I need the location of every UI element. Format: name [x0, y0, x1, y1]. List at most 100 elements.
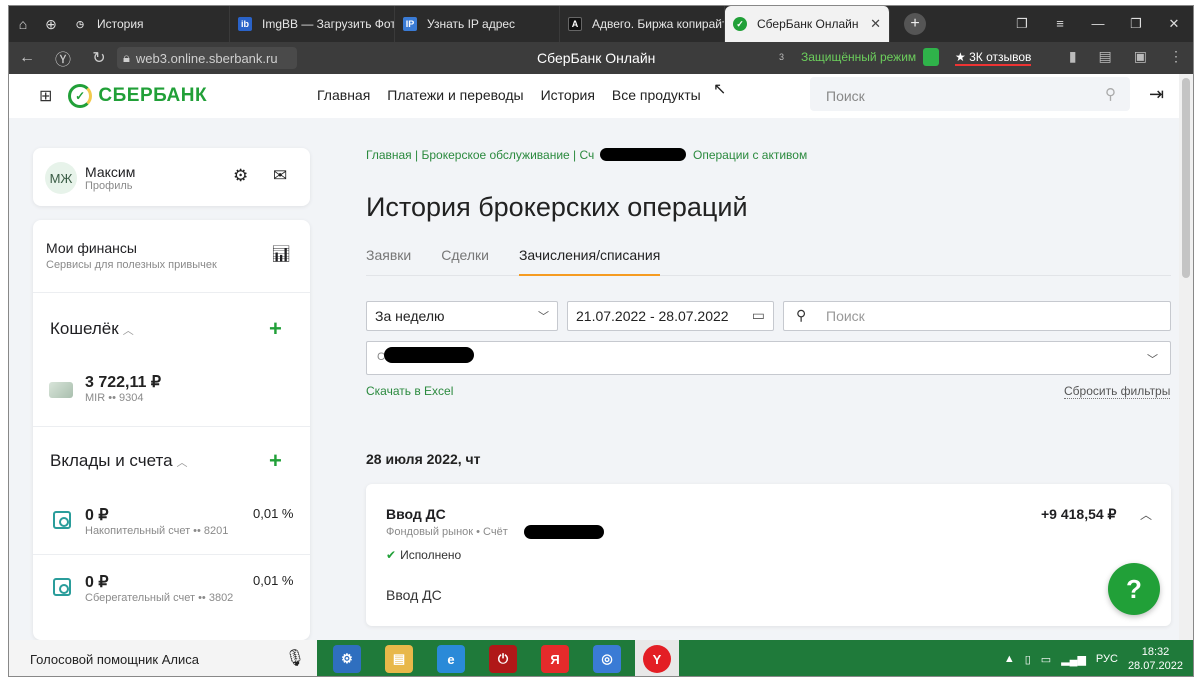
window-controls: ❐ ≡ — ❐ ✕ [1003, 16, 1193, 32]
battery-icon[interactable]: ▯ [1025, 653, 1031, 666]
advego-icon: A [568, 17, 582, 31]
deposit-amount[interactable]: 0 ₽ [85, 572, 109, 592]
browser-window: ⌂ ⊕ ◷ История ib ImgBB — Загрузить Фото … [8, 5, 1194, 677]
bookmark-icon[interactable]: ▮ [1069, 48, 1077, 65]
reviews-link[interactable]: ★ 3К отзывов [955, 50, 1032, 66]
operations-tabs: Заявки Сделки Зачисления/списания [366, 242, 1171, 276]
system-tray: ▲ ▯ ▭ ▂▄▆ РУС 18:32 28.07.2022 [1004, 645, 1183, 673]
mouse-cursor-icon: ↖ [713, 81, 727, 98]
deposits-title[interactable]: Вклады и счета ︿ [50, 451, 188, 471]
clock[interactable]: 18:32 28.07.2022 [1128, 645, 1183, 673]
tab-orders[interactable]: Заявки [366, 242, 411, 276]
finances-panel: Мои финансы Сервисы для полезных привыче… [33, 220, 310, 640]
secure-mode-label[interactable]: Защищённый режим [801, 50, 916, 64]
divider [33, 292, 310, 293]
finances-title[interactable]: Мои финансы [46, 240, 137, 256]
tab-ip[interactable]: IP Узнать IP адрес [395, 6, 560, 42]
yandex-browser-icon: Y [643, 645, 671, 673]
taskbar-app-power[interactable]: ⏻ [481, 640, 525, 676]
apps-grid-icon[interactable]: ⊞ [39, 86, 52, 106]
alice-search[interactable]: Голосовой помощник Алиса 🎙︎ [9, 640, 317, 676]
address-bar: ← Ⓨ ↻ 🔒︎ web3.online.sberbank.ru СберБан… [9, 42, 1193, 74]
microphone-icon[interactable]: 🎙︎ [285, 648, 305, 668]
tab-count-badge: 3 [779, 52, 785, 62]
divider [33, 554, 310, 555]
taskbar-app-browser[interactable]: Y [635, 640, 679, 676]
main-nav: Главная Платежи и переводы История Все п… [317, 87, 701, 103]
add-wallet-button[interactable]: + [269, 316, 282, 342]
tab-transfers[interactable]: Зачисления/списания [518, 242, 661, 276]
screenshot-icon[interactable]: ▣ [1134, 48, 1147, 65]
sber-icon: ✓ [733, 17, 747, 31]
scrollbar-thumb[interactable] [1182, 78, 1190, 278]
minimize-button[interactable]: — [1079, 16, 1117, 32]
operation-card[interactable]: Ввод ДС Фондовый рынок • Счёт ✔ Исполнено… [366, 484, 1171, 626]
menu-icon[interactable]: ≡ [1041, 16, 1079, 32]
wallet-amount[interactable]: 3 722,11 ₽ [85, 372, 161, 392]
tab-imgbb[interactable]: ib ImgBB — Загрузить Фото [230, 6, 395, 42]
home-icon[interactable]: ⌂ [9, 10, 37, 38]
power-icon: ⏻ [489, 645, 517, 673]
deposit-amount[interactable]: 0 ₽ [85, 505, 109, 525]
crumb-account[interactable]: Сч [580, 148, 595, 162]
taskbar-app-network[interactable]: ◎ [585, 640, 629, 676]
url-field[interactable]: 🔒︎ web3.online.sberbank.ru [117, 47, 297, 69]
operation-sub: Фондовый рынок • Счёт [386, 526, 508, 538]
display-icon[interactable]: ▭ [1041, 653, 1051, 666]
chevron-up-icon[interactable]: ︿ [1140, 506, 1152, 523]
tab-advego[interactable]: A Адвего. Биржа копирайт [560, 6, 725, 42]
new-tab-button[interactable]: + [904, 13, 926, 35]
language-indicator[interactable]: РУС [1096, 653, 1118, 665]
sberbank-logo[interactable]: ✓ СБЕРБАНК [68, 84, 207, 108]
wallet-title[interactable]: Кошелёк ︿ [50, 319, 134, 339]
help-button[interactable]: ? [1108, 563, 1160, 615]
chevron-up-icon[interactable]: ▲ [1004, 653, 1015, 665]
deposit-rate: 0,01 % [253, 506, 294, 521]
tab-history[interactable]: ◷ История [65, 6, 230, 42]
finances-sub: Сервисы для полезных привычек [46, 259, 217, 271]
profile-card[interactable]: МЖ Максим Профиль ⚙ ✉ [33, 148, 310, 206]
taskbar-app-explorer[interactable]: ▤ [377, 640, 421, 676]
operation-status: ✔ Исполнено [386, 548, 462, 562]
search-icon: ⚲ [796, 307, 807, 323]
reset-filters-link[interactable]: Сбросить фильтры [1064, 384, 1171, 399]
crumb-brokerage[interactable]: Брокерское обслуживание [421, 148, 569, 162]
tabs-icon[interactable]: ❐ [1003, 16, 1041, 32]
deposit-name: Сберегательный счет •• 3802 [85, 592, 234, 604]
nav-history[interactable]: История [541, 87, 595, 103]
logout-icon[interactable]: ⇥ [1149, 84, 1164, 105]
crumb-home[interactable]: Главная [366, 148, 412, 162]
nav-payments[interactable]: Платежи и переводы [387, 87, 523, 103]
operations-search-input[interactable]: ⚲ Поиск [783, 301, 1171, 331]
add-deposit-button[interactable]: + [269, 448, 282, 474]
tab-deals[interactable]: Сделки [441, 242, 489, 276]
site-search-input[interactable]: Поиск ⚲ [810, 77, 1130, 111]
tab-sberbank[interactable]: ✓ СберБанк Онлайн ✕ [725, 6, 890, 42]
page-title: СберБанк Онлайн [537, 50, 656, 66]
redaction-mark [384, 347, 474, 363]
taskbar-app-yandex[interactable]: Я [533, 640, 577, 676]
download-excel-link[interactable]: Скачать в Excel [366, 384, 453, 398]
new-tab-group-icon[interactable]: ⊕ [37, 10, 65, 38]
reload-icon[interactable]: ↻ [81, 48, 117, 68]
period-select[interactable]: За неделю ﹀ [366, 301, 558, 331]
close-button[interactable]: ✕ [1155, 16, 1193, 32]
signal-icon[interactable]: ▂▄▆ [1061, 653, 1086, 666]
taskbar-app-ie[interactable]: e [429, 640, 473, 676]
mail-icon[interactable]: ✉ [273, 166, 287, 186]
taskbar-app-settings[interactable]: ⚙ [325, 640, 369, 676]
nav-products[interactable]: Все продукты [612, 87, 701, 103]
chart-icon[interactable]: 📊︎ [271, 244, 291, 264]
date-range-field[interactable]: 21.07.2022 - 28.07.2022 ▭ [567, 301, 774, 331]
reader-icon[interactable]: ▤ [1099, 48, 1112, 65]
maximize-button[interactable]: ❐ [1117, 16, 1155, 32]
close-tab-icon[interactable]: ✕ [870, 16, 881, 32]
calendar-icon[interactable]: ▭ [752, 307, 765, 324]
nav-home[interactable]: Главная [317, 87, 370, 103]
more-icon[interactable]: ⋮ [1169, 48, 1183, 65]
gear-icon[interactable]: ⚙ [233, 166, 248, 186]
yandex-icon[interactable]: Ⓨ [45, 46, 81, 70]
account-select[interactable]: С ﹀ [366, 341, 1171, 375]
back-icon[interactable]: ← [9, 49, 45, 67]
page-scrollbar[interactable] [1179, 74, 1193, 640]
